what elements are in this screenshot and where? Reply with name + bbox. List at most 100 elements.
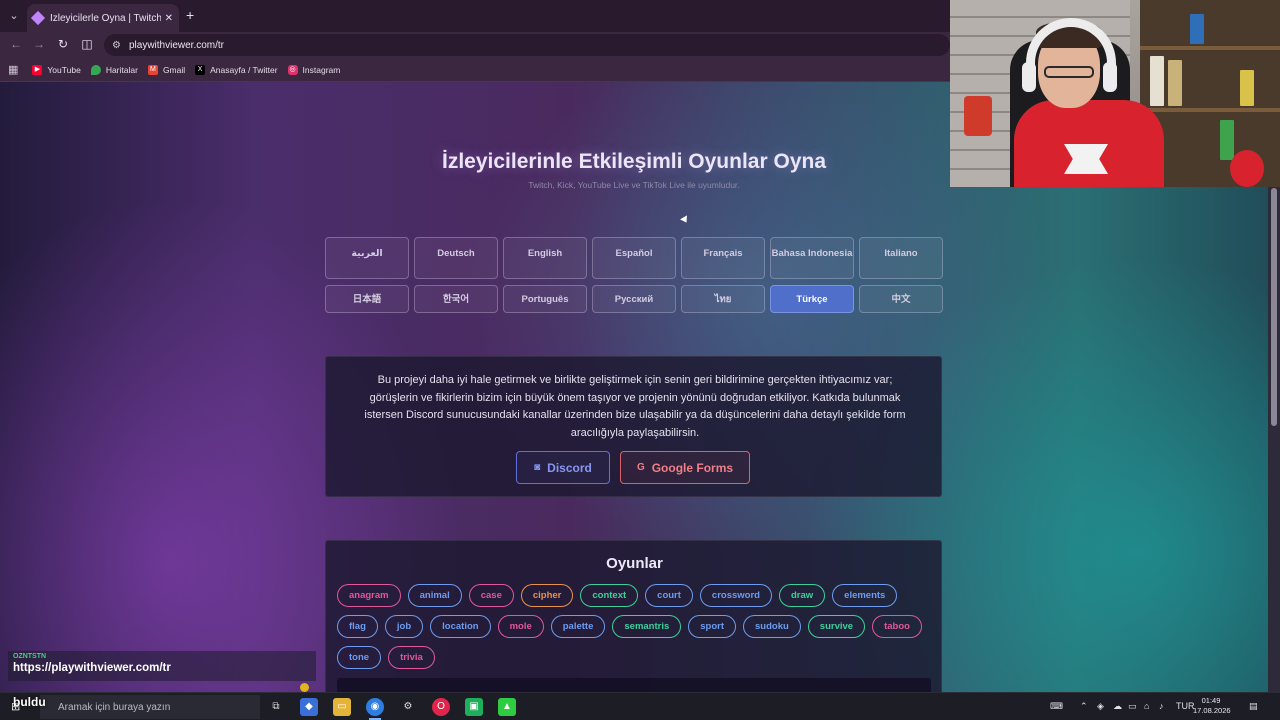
language-button[interactable]: Français: [681, 237, 765, 279]
volume-icon[interactable]: ♪: [1159, 701, 1164, 711]
site-info-icon[interactable]: ⚙: [112, 40, 121, 51]
games-title: Oyunlar: [606, 555, 663, 572]
taskbar-search-input[interactable]: Aramak için buraya yazın: [40, 695, 260, 719]
cloud-icon[interactable]: ☁: [1113, 701, 1122, 712]
tab-search-chevron-icon[interactable]: ⌄: [5, 6, 23, 26]
task-view-icon[interactable]: ⧉: [267, 698, 285, 716]
copilot-icon[interactable]: ◆: [300, 698, 318, 716]
forward-arrow-icon[interactable]: →: [31, 37, 47, 51]
opera-icon[interactable]: O: [432, 698, 450, 716]
close-icon[interactable]: ✕: [165, 13, 173, 24]
google-icon: G: [636, 462, 645, 473]
language-button[interactable]: Español: [592, 237, 676, 279]
windows-taskbar: ⊞ Aramak için buraya yazın ⧉ ◆ ▭ ◉ ⚙ O ▣…: [0, 692, 1280, 720]
language-button[interactable]: Русский: [592, 285, 676, 313]
game-chip-palette[interactable]: palette: [550, 615, 606, 638]
reload-icon[interactable]: ↻: [55, 37, 71, 51]
flag-pillow: [1230, 150, 1264, 187]
site-favicon-icon: [30, 10, 46, 26]
bookmark-maps[interactable]: Haritalar: [90, 64, 138, 75]
language-button[interactable]: 한국어: [414, 285, 498, 313]
keyboard-icon[interactable]: ⌨: [1050, 701, 1063, 712]
language-button[interactable]: العربية: [325, 237, 409, 279]
apps-grid-icon[interactable]: ▦: [8, 63, 18, 76]
file-explorer-icon[interactable]: ▭: [333, 698, 351, 716]
feedback-card: Bu projeyi daha iyi hale getirmek ve bir…: [325, 356, 942, 497]
discord-icon: ◙: [534, 462, 541, 473]
bookmark-label: YouTube: [47, 64, 81, 75]
bookmark-label: Gmail: [162, 64, 186, 75]
scrollbar-thumb[interactable]: [1271, 188, 1277, 426]
game-chip-draw[interactable]: draw: [778, 584, 826, 607]
bookmark-youtube[interactable]: ▶ YouTube: [32, 64, 81, 75]
language-button[interactable]: Português: [503, 285, 587, 313]
game-chip-trivia[interactable]: trivia: [388, 646, 435, 669]
game-chip-list: anagram animal case cipher context court cross…: [337, 584, 937, 669]
chat-message: OZNTSTN https://playwithviewer.com/tr: [8, 651, 316, 681]
clock-time: 01:49: [1201, 696, 1221, 705]
tray-app-icon[interactable]: ◈: [1097, 701, 1104, 712]
language-button[interactable]: English: [503, 237, 587, 279]
chat-overlay-word: buldu: [13, 695, 46, 709]
game-chip-mole[interactable]: mole: [497, 615, 544, 638]
google-forms-button[interactable]: G Google Forms: [620, 451, 750, 484]
back-arrow-icon[interactable]: ←: [8, 37, 24, 51]
game-chip-taboo[interactable]: taboo: [872, 615, 922, 638]
game-chip-sport[interactable]: sport: [688, 615, 737, 638]
bookmark-instagram[interactable]: ◎ Instagram: [287, 64, 340, 75]
game-chip-court[interactable]: court: [645, 584, 693, 607]
maps-pin-icon: [90, 64, 101, 75]
battery-icon[interactable]: ▭: [1128, 701, 1137, 712]
language-selector: العربية Deutsch English Español Français…: [325, 237, 943, 313]
language-button-selected[interactable]: Türkçe: [770, 285, 854, 313]
language-button[interactable]: ไทย: [681, 285, 765, 313]
headphone-cup: [1022, 62, 1036, 92]
game-chip-anagram[interactable]: anagram: [337, 584, 401, 607]
game-chip-animal[interactable]: animal: [407, 584, 462, 607]
address-bar-row: ← → ↻ ◫ ⚙ playwithviewer.com/tr: [0, 32, 950, 58]
language-button[interactable]: Deutsch: [414, 237, 498, 279]
game-chip-sudoku[interactable]: sudoku: [743, 615, 801, 638]
game-chip-semantris[interactable]: semantris: [612, 615, 682, 638]
game-chip-context[interactable]: context: [580, 584, 639, 607]
x-logo-icon: X: [195, 64, 206, 75]
language-button[interactable]: Bahasa Indonesia: [770, 237, 854, 279]
game-chip-flag[interactable]: flag: [337, 615, 378, 638]
webcam-feed: [950, 0, 1280, 187]
discord-button-label: Discord: [547, 460, 592, 475]
instagram-icon: ◎: [287, 64, 298, 75]
split-view-icon[interactable]: ◫: [79, 37, 95, 51]
game-chip-crossword[interactable]: crossword: [699, 584, 772, 607]
language-button[interactable]: 日本語: [325, 285, 409, 313]
chrome-icon[interactable]: ◉: [366, 698, 384, 720]
language-button[interactable]: 中文: [859, 285, 943, 313]
discord-button[interactable]: ◙ Discord: [516, 451, 610, 484]
settings-gear-icon[interactable]: ⚙: [399, 698, 417, 716]
network-icon[interactable]: ⌂: [1144, 701, 1149, 711]
bookmark-label: Haritalar: [105, 64, 138, 75]
headphone-cup: [1103, 62, 1117, 92]
notification-icon[interactable]: ▤: [1249, 701, 1258, 712]
game-chip-tone[interactable]: tone: [337, 646, 382, 669]
game-chip-cipher[interactable]: cipher: [520, 584, 574, 607]
browser-tab[interactable]: İzleyicilerle Oyna | Twitch, Kick, ✕: [27, 4, 179, 32]
streaming-app-icon[interactable]: ▣: [465, 698, 483, 716]
game-chip-location[interactable]: location: [430, 615, 491, 638]
bookmark-gmail[interactable]: M Gmail: [147, 64, 186, 75]
game-chip-elements[interactable]: elements: [832, 584, 898, 607]
game-chip-survive[interactable]: survive: [807, 615, 866, 638]
input-language[interactable]: TUR: [1176, 701, 1195, 711]
language-button[interactable]: Italiano: [859, 237, 943, 279]
chat-message-partial: [8, 682, 316, 692]
badge-icon: [300, 683, 309, 692]
taskbar-clock[interactable]: 01:49 17.08.2026: [1193, 696, 1231, 716]
url-input[interactable]: ⚙ playwithviewer.com/tr: [104, 34, 950, 56]
new-tab-button[interactable]: +: [186, 7, 194, 23]
kick-app-icon[interactable]: ▲: [498, 698, 516, 716]
bookmark-twitter[interactable]: X Anasayfa / Twitter: [195, 64, 278, 75]
game-chip-job[interactable]: job: [384, 615, 424, 638]
chevron-up-icon[interactable]: ⌃: [1080, 701, 1088, 712]
mouse-cursor-icon: [680, 215, 690, 225]
game-chip-case[interactable]: case: [468, 584, 514, 607]
youtube-icon: ▶: [32, 64, 43, 75]
